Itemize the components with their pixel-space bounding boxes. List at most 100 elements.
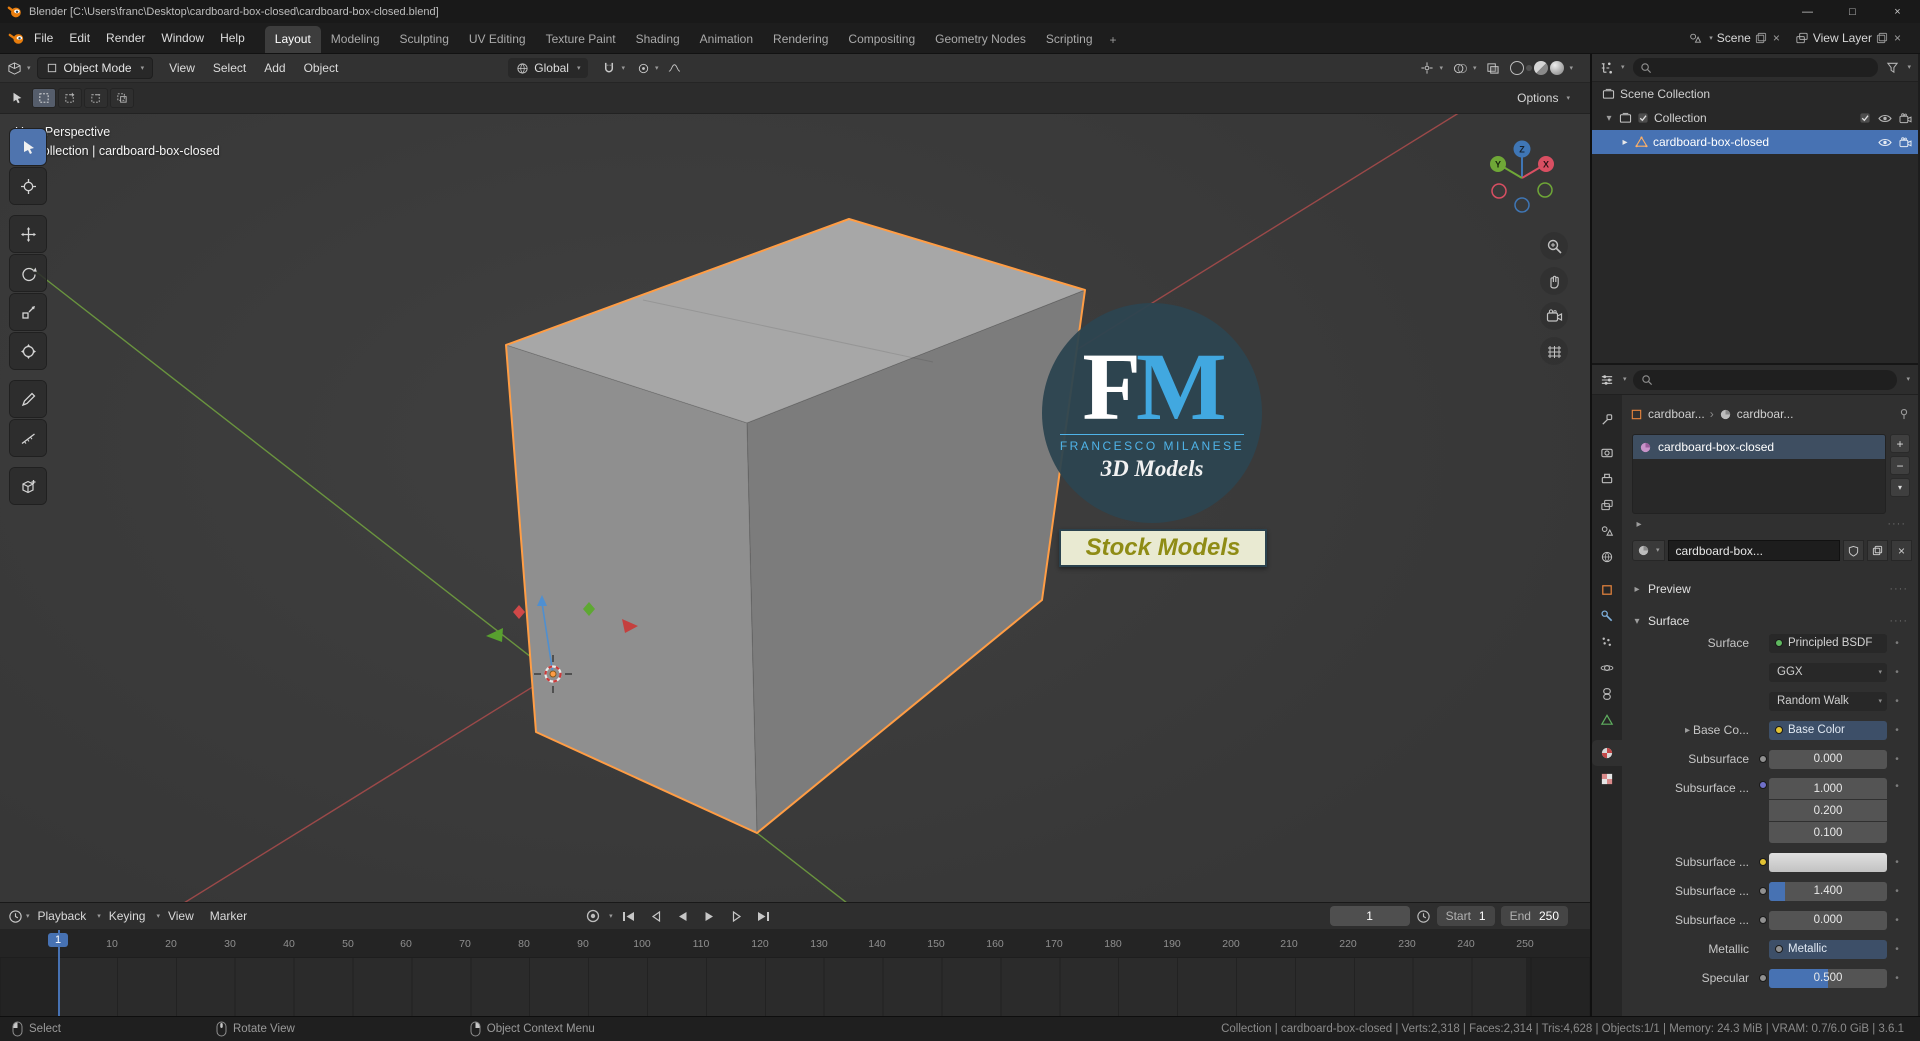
remove-material-slot-button[interactable]: − [1890,456,1910,475]
snapping-controls[interactable]: ▾ [602,61,625,75]
workspace-tab-modeling[interactable]: Modeling [321,26,390,53]
shading-wireframe-icon[interactable] [1510,61,1525,75]
shading-rendered-icon[interactable] [1550,61,1565,75]
specular-slider[interactable]: 0.500 [1769,968,1887,988]
shading-solid-active[interactable] [1526,65,1533,71]
object-disable-render-icon[interactable] [1899,136,1912,148]
snap-magnet-icon[interactable] [602,61,616,75]
breadcrumb-object[interactable]: cardboar... [1648,407,1705,421]
viewport-menu-select[interactable]: Select [205,57,254,79]
decorator-dot[interactable]: • [1887,973,1907,984]
shading-chevron-icon[interactable]: ▾ [1569,65,1573,72]
menu-render[interactable]: Render [98,27,153,49]
disable-render-camera-icon[interactable] [1899,112,1912,124]
decorator-dot[interactable]: • [1887,754,1907,765]
navigation-axis-gizmo[interactable]: Z X Y [1482,136,1562,216]
timeline-body[interactable]: 10 20 30 40 50 60 70 80 90 100 110 120 1… [0,930,1590,1016]
editor-type-properties-icon[interactable] [1600,373,1614,387]
toggle-ortho-button[interactable] [1540,337,1568,365]
timeline-menu-keying[interactable]: Keying [101,905,154,927]
falloff-curve-icon[interactable] [667,62,681,74]
editor-type-3d-viewport-icon[interactable] [7,61,22,76]
minimize-button[interactable]: — [1785,0,1830,23]
overlays-toggle[interactable]: ▾ [1453,62,1477,75]
subsurface-anisotropy-slider[interactable]: 0.000 [1769,910,1887,930]
tab-modifiers[interactable] [1592,603,1622,629]
subsurface-color-swatch[interactable] [1769,852,1887,872]
current-frame-field[interactable]: 1 [1329,906,1410,926]
tab-texture[interactable] [1592,766,1622,792]
end-frame-field[interactable]: End 250 [1500,906,1568,926]
close-button[interactable]: × [1875,0,1920,23]
cursor-tool[interactable] [10,168,46,204]
decorator-dot[interactable]: • [1887,915,1907,926]
base-color-linked-field[interactable]: Base Color [1769,720,1887,740]
playhead[interactable]: 1 [48,930,69,1016]
timeline-menu-playback[interactable]: Playback [30,905,95,927]
pan-button[interactable] [1540,267,1568,295]
move-tool[interactable] [10,216,46,252]
timeline-track[interactable] [0,958,1590,1016]
annotate-tool[interactable] [10,381,46,417]
exclude-checkbox[interactable] [1859,112,1871,124]
workspace-tab-shading[interactable]: Shading [626,26,690,53]
auto-key-record-icon[interactable] [585,908,601,924]
overlays-chevron-icon[interactable]: ▾ [1473,65,1477,72]
decorator-dot[interactable]: • [1887,667,1907,678]
transform-tool[interactable] [10,333,46,369]
tab-scene[interactable] [1592,518,1622,544]
rotate-tool[interactable] [10,255,46,291]
decorator-dot[interactable]: • [1887,638,1907,649]
snap-chevron-icon[interactable]: ▾ [621,65,625,72]
jump-to-start-button[interactable] [618,906,640,926]
preview-section-header[interactable]: ▸ Preview ···· [1626,577,1914,601]
decorator-dot[interactable]: • [1887,857,1907,868]
timeline-menu-marker[interactable]: Marker [202,905,255,927]
surface-section-header[interactable]: ▾ Surface ···· [1626,609,1914,633]
menu-edit[interactable]: Edit [61,27,98,49]
menu-help[interactable]: Help [212,27,253,49]
radius-z-field[interactable]: 0.100 [1769,822,1887,843]
new-material-copy-button[interactable] [1867,540,1888,561]
filter-chevron-icon[interactable]: ▾ [1907,64,1911,71]
new-scene-icon[interactable] [1755,32,1767,44]
proportional-editing-controls[interactable]: ▾ [637,62,681,75]
decorator-dot[interactable]: • [1887,781,1907,792]
subsurface-method-dropdown[interactable]: Random Walk ▾ [1769,691,1887,711]
options-dropdown[interactable]: Options ▾ [1517,91,1580,105]
surface-shader-menu[interactable]: Principled BSDF [1769,633,1887,653]
add-cube-tool[interactable] [10,468,46,504]
collection-checkbox[interactable] [1637,112,1649,124]
select-mode-subtract-button[interactable] [84,88,108,108]
use-preview-range-icon[interactable] [1416,909,1431,924]
collection-expander[interactable]: ▾ [1604,113,1614,124]
gizmos-toggle[interactable]: ▾ [1420,61,1443,75]
object-hide-eye-icon[interactable] [1878,137,1892,148]
viewport-canvas[interactable]: User Perspective (1) Collection | cardbo… [0,114,1590,902]
properties-search-input[interactable] [1632,369,1898,390]
properties-filter-chevron-icon[interactable]: ▾ [1906,376,1910,383]
camera-view-button[interactable] [1540,302,1568,330]
zoom-button[interactable] [1540,232,1568,260]
slot-footer-expander[interactable]: ▸ [1634,519,1644,530]
menu-file[interactable]: File [26,27,61,49]
add-workspace-button[interactable]: + [1103,27,1124,53]
decorator-dot[interactable]: • [1887,886,1907,897]
workspace-tab-compositing[interactable]: Compositing [838,26,925,53]
material-slot-list[interactable]: cardboard-box-closed [1632,434,1886,514]
workspace-tab-sculpting[interactable]: Sculpting [390,26,459,53]
properties-editor-chevron-icon[interactable]: ▾ [1623,376,1627,383]
fake-user-button[interactable] [1843,540,1864,561]
tab-tool[interactable] [1592,407,1622,433]
proportional-chevron-icon[interactable]: ▾ [655,65,659,72]
tab-output[interactable] [1592,466,1622,492]
unlink-material-button[interactable]: × [1891,540,1912,561]
tab-material-active[interactable] [1592,740,1622,766]
object-expander[interactable]: ▸ [1620,137,1630,148]
gizmo-neg-z-axis[interactable] [1514,197,1530,213]
blender-menu-icon[interactable] [8,32,26,45]
decorator-dot[interactable]: • [1887,696,1907,707]
base-color-expander[interactable]: ▸ [1685,725,1690,736]
material-slot-selected[interactable]: cardboard-box-closed [1633,435,1885,459]
transform-orientation-dropdown[interactable]: Global ▾ [508,58,589,78]
